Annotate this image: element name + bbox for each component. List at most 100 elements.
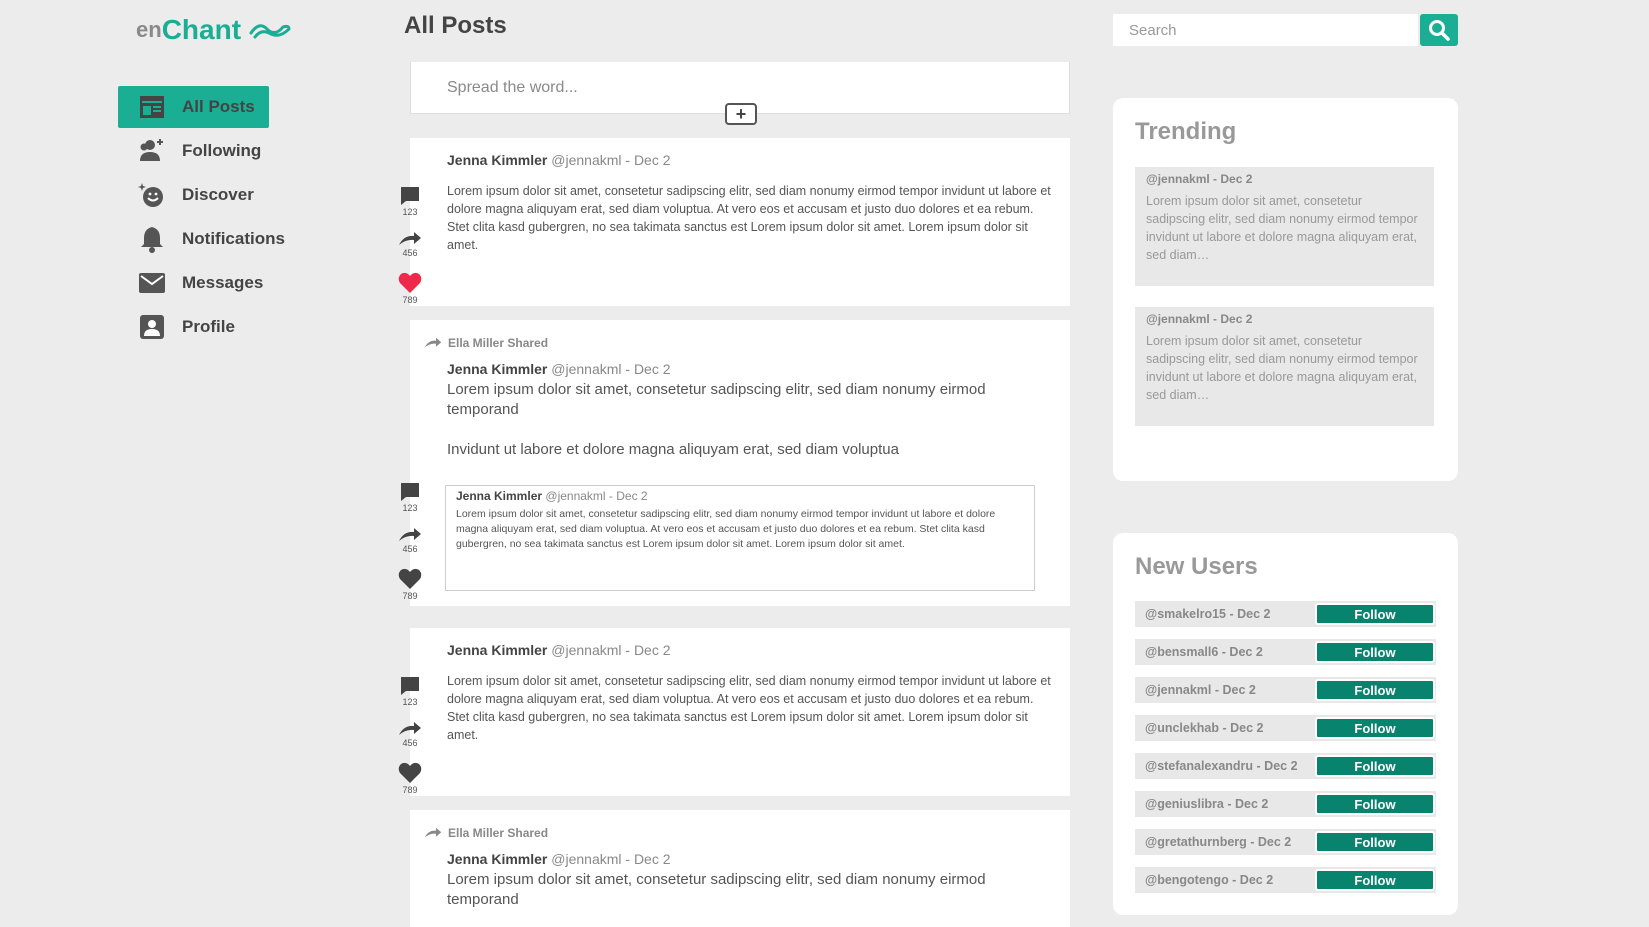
like-count: 789 <box>402 591 418 601</box>
follow-button[interactable]: Follow <box>1315 755 1435 777</box>
bell-icon <box>138 225 166 253</box>
discover-icon <box>138 181 166 209</box>
share-count: 456 <box>402 738 418 748</box>
comment-count: 123 <box>402 207 418 217</box>
comment-icon <box>401 187 419 205</box>
post-header: Jenna Kimmler @jennakml - Dec 2 <box>447 152 671 168</box>
sidebar-item-discover[interactable]: Discover <box>118 174 318 216</box>
sidebar-nav: All Posts Following Discover Notificatio… <box>118 86 378 350</box>
post-author[interactable]: Jenna Kimmler <box>447 851 547 867</box>
post-author[interactable]: Jenna Kimmler <box>447 361 547 377</box>
trending-body: Lorem ipsum dolor sit amet, consetetur s… <box>1146 334 1418 402</box>
like-count: 789 <box>402 295 418 305</box>
comment-count: 123 <box>402 697 418 707</box>
post-body: Lorem ipsum dolor sit amet, consetetur s… <box>447 871 986 908</box>
search-bar <box>1113 14 1458 46</box>
share-button[interactable]: 456 <box>396 231 424 258</box>
follow-button[interactable]: Follow <box>1315 641 1435 663</box>
sidebar-item-profile[interactable]: Profile <box>118 306 318 348</box>
comment-count: 123 <box>402 503 418 513</box>
shared-by: Ella Miller Shared <box>424 826 548 840</box>
sidebar-item-label: Discover <box>182 185 254 204</box>
post-body: Lorem ipsum dolor sit amet, consetetur s… <box>447 674 1051 742</box>
sidebar-item-label: Notifications <box>182 229 285 248</box>
heart-icon <box>398 568 422 589</box>
brand-prefix: en <box>136 17 162 42</box>
user-row: @smakelro15 - Dec 2 Follow <box>1135 601 1436 627</box>
sidebar-item-messages[interactable]: Messages <box>118 262 318 304</box>
quoted-post[interactable]: Jenna Kimmler @jennakml - Dec 2 Lorem ip… <box>445 485 1035 591</box>
user-handle[interactable]: @smakelro15 - Dec 2 <box>1145 607 1270 621</box>
post-header: Jenna Kimmler @jennakml - Dec 2 <box>447 851 671 867</box>
post-card: Ella Miller Shared Jenna Kimmler @jennak… <box>398 320 1070 606</box>
trending-body: Lorem ipsum dolor sit amet, consetetur s… <box>1146 194 1418 262</box>
user-handle[interactable]: @geniuslibra - Dec 2 <box>1145 797 1268 811</box>
search-button[interactable] <box>1420 14 1458 46</box>
like-button[interactable]: 789 <box>396 272 424 305</box>
share-button[interactable]: 456 <box>396 721 424 748</box>
post-actions: 123 456 789 <box>396 482 424 615</box>
post-card: Jenna Kimmler @jennakml - Dec 2 Lorem ip… <box>398 138 1070 306</box>
comment-button[interactable]: 123 <box>396 482 424 513</box>
post-card: Ella Miller Shared Jenna Kimmler @jennak… <box>410 810 1070 927</box>
search-input[interactable] <box>1113 14 1418 46</box>
sidebar-item-notifications[interactable]: Notifications <box>118 218 318 260</box>
follow-button[interactable]: Follow <box>1315 831 1435 853</box>
post-actions: 123 456 789 <box>396 186 424 319</box>
new-users-title: New Users <box>1135 553 1258 580</box>
user-handle[interactable]: @jennakml - Dec 2 <box>1145 683 1256 697</box>
share-button[interactable]: 456 <box>396 527 424 554</box>
share-icon <box>399 528 421 541</box>
trending-item[interactable]: @jennakml - Dec 2 Lorem ipsum dolor sit … <box>1135 307 1434 426</box>
search-icon <box>1429 20 1450 41</box>
user-row: @gretathurnberg - Dec 2 Follow <box>1135 829 1436 855</box>
share-count: 456 <box>402 248 418 258</box>
feed-icon <box>138 93 166 121</box>
comment-button[interactable]: 123 <box>396 676 424 707</box>
post-author[interactable]: Jenna Kimmler <box>447 642 547 658</box>
follow-button[interactable]: Follow <box>1315 679 1435 701</box>
mail-icon <box>138 269 166 297</box>
post-author[interactable]: Jenna Kimmler <box>447 152 547 168</box>
sidebar-item-all-posts[interactable]: All Posts <box>118 86 269 128</box>
new-users-panel: New Users @smakelro15 - Dec 2 Follow @be… <box>1113 533 1458 915</box>
user-handle[interactable]: @unclekhab - Dec 2 <box>1145 721 1263 735</box>
comment-icon <box>401 483 419 501</box>
user-handle[interactable]: @bensmall6 - Dec 2 <box>1145 645 1263 659</box>
trending-meta: @jennakml - Dec 2 <box>1146 172 1253 186</box>
user-handle[interactable]: @gretathurnberg - Dec 2 <box>1145 835 1291 849</box>
post-body-line-2: Invidunt ut labore et dolore magna aliqu… <box>447 441 899 458</box>
shared-by: Ella Miller Shared <box>424 336 548 350</box>
heart-icon <box>398 762 422 783</box>
add-post-button[interactable]: + <box>725 103 757 125</box>
quoted-post-header: Jenna Kimmler @jennakml - Dec 2 <box>456 489 1024 503</box>
heart-icon <box>398 272 422 293</box>
quoted-body: Lorem ipsum dolor sit amet, consetetur s… <box>456 508 996 550</box>
follow-button[interactable]: Follow <box>1315 869 1435 891</box>
follow-button[interactable]: Follow <box>1315 603 1435 625</box>
post-meta: @jennakml - Dec 2 <box>551 642 671 658</box>
share-icon <box>424 827 442 838</box>
quoted-meta: @jennakml - Dec 2 <box>545 489 648 503</box>
comment-button[interactable]: 123 <box>396 186 424 217</box>
post-body: Lorem ipsum dolor sit amet, consetetur s… <box>447 184 1051 252</box>
follow-button[interactable]: Follow <box>1315 717 1435 739</box>
profile-icon <box>138 313 166 341</box>
user-row: @unclekhab - Dec 2 Follow <box>1135 715 1436 741</box>
brand-logo[interactable]: en Chant <box>136 14 291 46</box>
post-actions: 123 456 789 <box>396 676 424 809</box>
user-row: @jennakml - Dec 2 Follow <box>1135 677 1436 703</box>
trending-panel: Trending @jennakml - Dec 2 Lorem ipsum d… <box>1113 98 1458 481</box>
like-button[interactable]: 789 <box>396 762 424 795</box>
post-meta: @jennakml - Dec 2 <box>551 851 671 867</box>
user-row: @bengotengo - Dec 2 Follow <box>1135 867 1436 893</box>
user-handle[interactable]: @stefanalexandru - Dec 2 <box>1145 759 1298 773</box>
trending-item[interactable]: @jennakml - Dec 2 Lorem ipsum dolor sit … <box>1135 167 1434 286</box>
follow-button[interactable]: Follow <box>1315 793 1435 815</box>
user-row: @geniuslibra - Dec 2 Follow <box>1135 791 1436 817</box>
post-meta: @jennakml - Dec 2 <box>551 152 671 168</box>
like-button[interactable]: 789 <box>396 568 424 601</box>
user-handle[interactable]: @bengotengo - Dec 2 <box>1145 873 1273 887</box>
post-card: Jenna Kimmler @jennakml - Dec 2 Lorem ip… <box>398 628 1070 796</box>
sidebar-item-following[interactable]: Following <box>118 130 318 172</box>
